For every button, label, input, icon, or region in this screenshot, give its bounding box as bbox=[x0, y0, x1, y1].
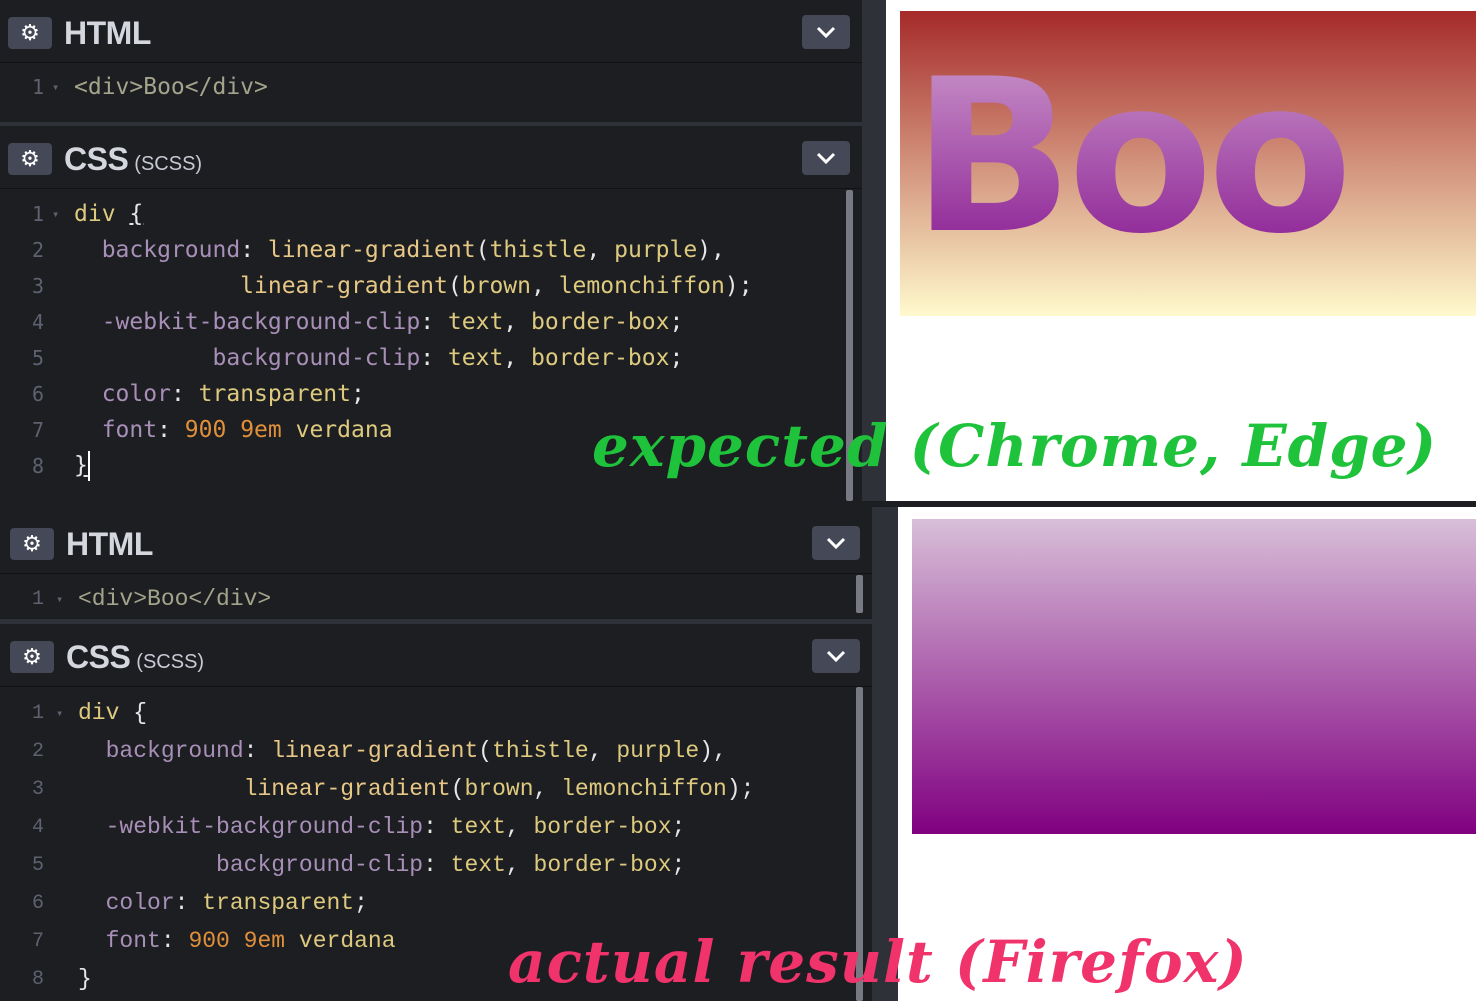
chevron-down-icon[interactable] bbox=[802, 141, 850, 175]
html-panel-header: ⚙ HTML bbox=[0, 515, 872, 574]
expected-screenshot: ⚙ HTML 1 ▾ <div>Boo</div> ⚙ CSS (SCSS) 1… bbox=[0, 0, 1476, 501]
chevron-down-icon[interactable] bbox=[812, 526, 860, 560]
chevron-down-icon[interactable] bbox=[802, 15, 850, 49]
preview-text: Boo bbox=[912, 33, 1353, 280]
panel-title: HTML bbox=[64, 14, 151, 51]
gear-icon[interactable]: ⚙ bbox=[10, 528, 54, 560]
code-editor: ⚙ HTML 1 ▾ <div>Boo</div> ⚙ CSS (SCSS) 1 ▾ bbox=[0, 507, 872, 1001]
css-panel-header: ⚙ CSS (SCSS) bbox=[0, 628, 872, 687]
gear-icon[interactable]: ⚙ bbox=[10, 641, 54, 673]
actual-screenshot: ⚙ HTML 1 ▾ <div>Boo</div> ⚙ CSS (SCSS) 1 ▾ bbox=[0, 507, 1476, 1001]
css-panel-header: ⚙ CSS (SCSS) bbox=[0, 130, 862, 189]
panel-divider[interactable] bbox=[0, 122, 862, 126]
gear-icon[interactable]: ⚙ bbox=[8, 17, 52, 49]
html-panel-header: ⚙ HTML bbox=[0, 4, 862, 63]
preview-box bbox=[912, 519, 1476, 834]
gear-icon[interactable]: ⚙ bbox=[8, 143, 52, 175]
chevron-down-icon[interactable] bbox=[812, 639, 860, 673]
preview-box: Boo bbox=[900, 11, 1476, 316]
panel-title: CSS (SCSS) bbox=[66, 638, 205, 675]
resize-gutter[interactable] bbox=[872, 507, 898, 1001]
panel-title: HTML bbox=[66, 525, 153, 562]
panel-title: CSS (SCSS) bbox=[64, 140, 203, 177]
actual-annotation: actual result (Firefox) bbox=[508, 928, 1248, 996]
panel-divider[interactable] bbox=[0, 619, 872, 624]
expected-annotation: expected (Chrome, Edge) bbox=[592, 412, 1438, 480]
text-cursor bbox=[87, 451, 90, 481]
scrollbar[interactable] bbox=[856, 575, 863, 613]
